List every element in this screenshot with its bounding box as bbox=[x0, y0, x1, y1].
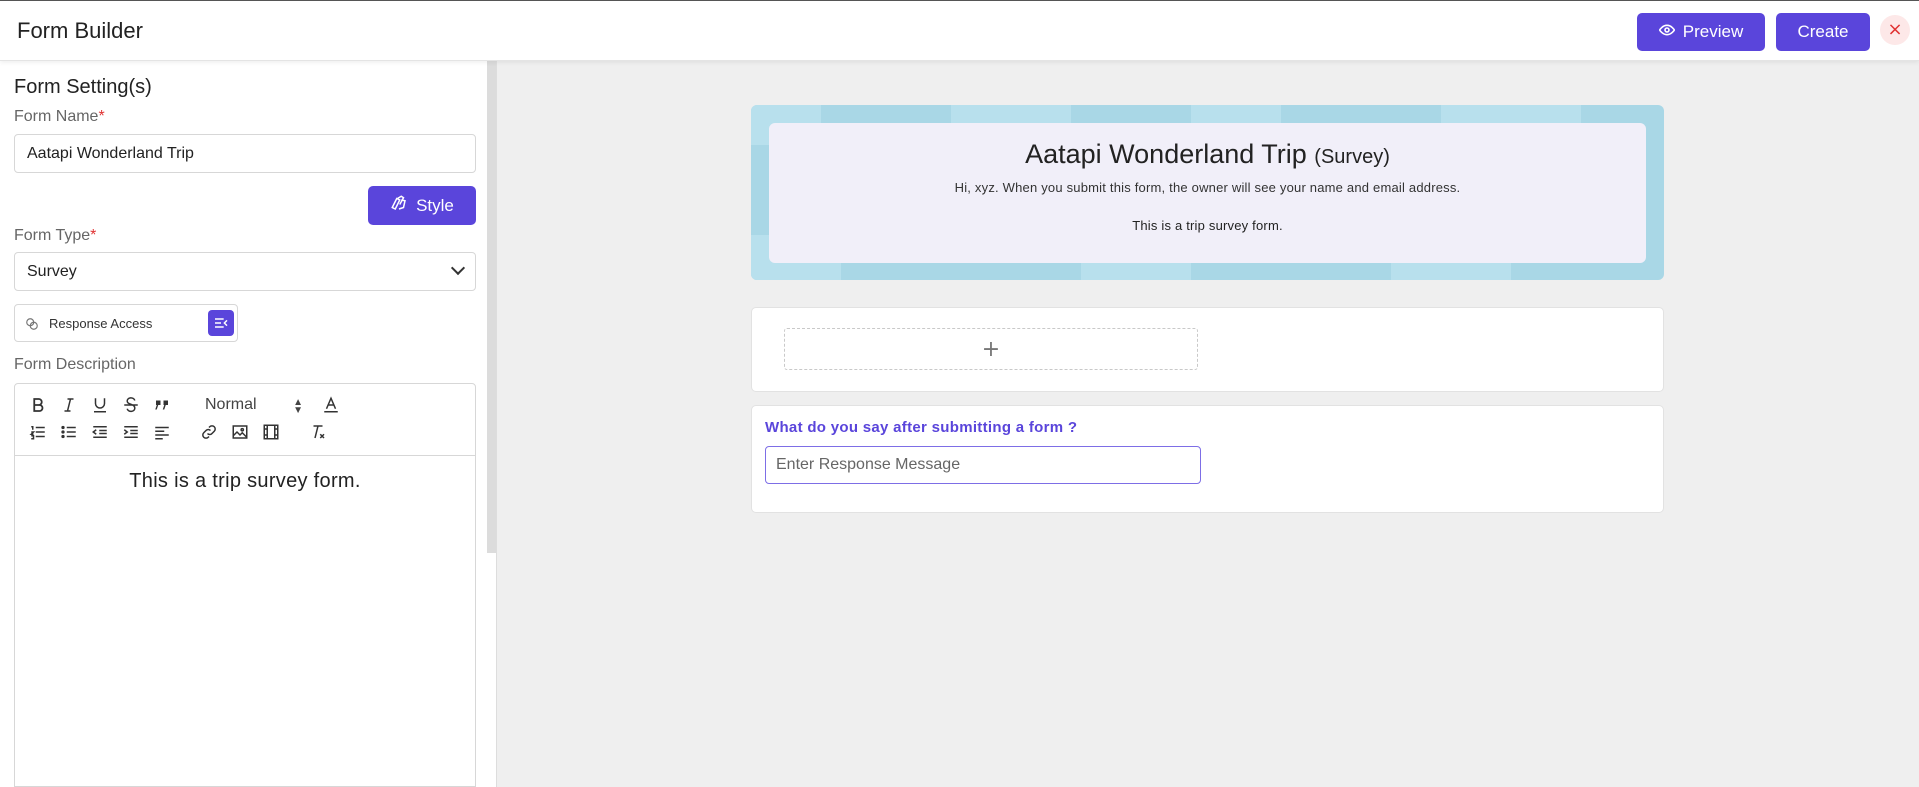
select-arrows-icon: ▲ ▼ bbox=[293, 397, 303, 416]
form-description-label: Form Description bbox=[14, 356, 136, 373]
editor-content[interactable]: This is a trip survey form. bbox=[15, 456, 475, 493]
add-question-button[interactable]: + bbox=[784, 328, 1198, 370]
bold-icon[interactable] bbox=[27, 394, 49, 416]
form-header-card: Aatapi Wonderland Trip (Survey) Hi, xyz.… bbox=[769, 123, 1646, 263]
required-marker: * bbox=[90, 227, 97, 244]
video-icon[interactable] bbox=[260, 421, 282, 443]
close-icon: × bbox=[1887, 19, 1903, 40]
italic-icon[interactable] bbox=[58, 394, 80, 416]
create-button[interactable]: Create bbox=[1776, 13, 1870, 51]
align-left-icon[interactable] bbox=[151, 421, 173, 443]
form-name-value: Aatapi Wonderland Trip bbox=[27, 144, 194, 162]
response-question-label: What do you say after submitting a form … bbox=[765, 419, 1078, 436]
required-marker: * bbox=[98, 108, 105, 125]
form-name-input[interactable]: Aatapi Wonderland Trip bbox=[14, 134, 476, 173]
page-title: Form Builder bbox=[17, 18, 143, 43]
indent-icon[interactable] bbox=[120, 421, 142, 443]
ordered-list-icon[interactable] bbox=[27, 421, 49, 443]
form-type-label: Form Type* bbox=[14, 227, 96, 245]
top-bar: Form Builder Preview Create × bbox=[0, 0, 1919, 61]
clear-format-icon[interactable] bbox=[307, 421, 329, 443]
plus-icon: + bbox=[981, 336, 1001, 362]
chevron-down-icon bbox=[450, 260, 466, 276]
heading-select-value: Normal bbox=[205, 396, 257, 413]
settings-heading: Form Setting(s) bbox=[14, 76, 152, 98]
create-button-label: Create bbox=[1797, 22, 1849, 41]
list-collapse-icon bbox=[215, 318, 228, 328]
link-icon[interactable] bbox=[198, 421, 220, 443]
sidebar-scrollbar[interactable] bbox=[487, 61, 496, 553]
form-type-select[interactable]: Survey bbox=[14, 252, 476, 291]
form-type-value: Survey bbox=[27, 262, 77, 280]
form-title: Aatapi Wonderland Trip (Survey) bbox=[769, 139, 1646, 170]
description-editor: Normal ▲ ▼ This is a trip survey form. bbox=[14, 383, 476, 787]
lock-icon bbox=[25, 317, 39, 331]
underline-icon[interactable] bbox=[89, 394, 111, 416]
image-icon[interactable] bbox=[229, 421, 251, 443]
text-color-icon[interactable] bbox=[320, 394, 342, 416]
form-name-label-text: Form Name bbox=[14, 108, 99, 125]
style-button[interactable]: Style bbox=[368, 186, 476, 225]
strikethrough-icon[interactable] bbox=[120, 394, 142, 416]
response-access-control[interactable]: Response Access bbox=[14, 304, 238, 342]
form-title-text: Aatapi Wonderland Trip bbox=[1025, 139, 1307, 169]
form-name-label: Form Name* bbox=[14, 108, 105, 126]
preview-button-label: Preview bbox=[1682, 22, 1744, 41]
form-notice: Hi, xyz. When you submit this form, the … bbox=[954, 180, 1461, 195]
palette-icon bbox=[390, 194, 408, 217]
response-access-label: Response Access bbox=[49, 316, 153, 331]
close-button[interactable]: × bbox=[1880, 15, 1910, 45]
eye-icon bbox=[1658, 22, 1676, 43]
form-type-label-text: Form Type bbox=[14, 227, 91, 244]
form-description: This is a trip survey form. bbox=[1132, 218, 1283, 233]
response-access-menu-button[interactable] bbox=[208, 310, 234, 336]
blockquote-icon[interactable] bbox=[151, 394, 173, 416]
form-type-suffix: (Survey) bbox=[1314, 146, 1390, 168]
form-settings-panel: Form Setting(s) Form Name* Aatapi Wonder… bbox=[0, 61, 497, 787]
editor-toolbar: Normal ▲ ▼ bbox=[15, 384, 475, 456]
style-button-label: Style bbox=[416, 195, 454, 215]
heading-select[interactable]: Normal ▲ ▼ bbox=[205, 396, 305, 418]
preview-button[interactable]: Preview bbox=[1637, 13, 1765, 51]
response-message-input[interactable] bbox=[765, 446, 1201, 484]
banner-tile bbox=[1081, 260, 1191, 280]
bullet-list-icon[interactable] bbox=[58, 421, 80, 443]
outdent-icon[interactable] bbox=[89, 421, 111, 443]
